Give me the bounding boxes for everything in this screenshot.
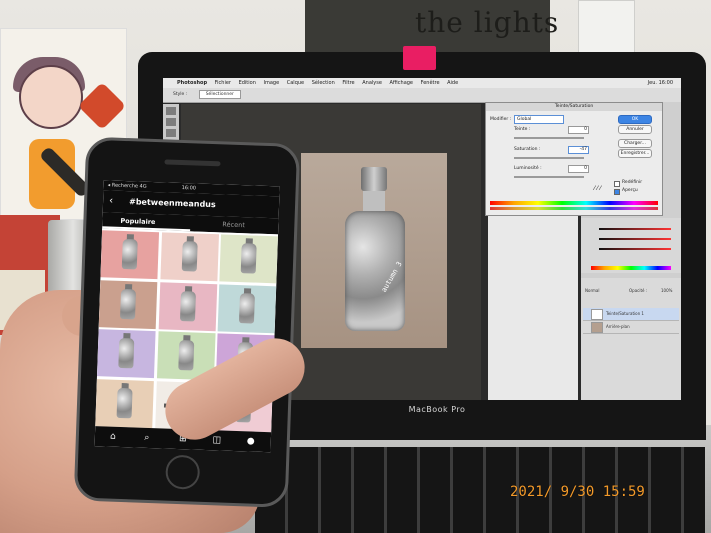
photo-scene: the lights MacBook Pro Photoshop Fichier… bbox=[0, 0, 711, 533]
hue-saturation-dialog: Teinte/Saturation Modifier : Global Tein… bbox=[485, 102, 663, 216]
tab-recent[interactable]: Récent bbox=[222, 216, 245, 233]
mini-bottle bbox=[179, 290, 196, 322]
saturation-slider[interactable] bbox=[514, 157, 584, 159]
bottle-cap bbox=[361, 167, 387, 191]
phone-speaker bbox=[164, 159, 221, 167]
menu-photoshop[interactable]: Photoshop bbox=[177, 78, 207, 88]
modify-label: Modifier : bbox=[490, 117, 512, 122]
mini-bottle bbox=[238, 292, 255, 324]
style-select[interactable]: Sélectionner bbox=[198, 90, 241, 99]
smartphone: ◂ Recherche 4G 16:00 ‹ #betweenmeandus P… bbox=[73, 136, 301, 508]
color-slider-g[interactable] bbox=[599, 238, 671, 240]
mini-bottle bbox=[116, 387, 133, 418]
preview-label: Aperçu bbox=[622, 188, 638, 193]
mini-bottle bbox=[181, 241, 198, 272]
saturation-label: Saturation : bbox=[514, 147, 541, 152]
colorize-label: Redéfinir bbox=[622, 180, 643, 185]
post-thumbnail[interactable] bbox=[158, 281, 217, 331]
webcam-cover bbox=[403, 46, 436, 70]
menu-image[interactable]: Image bbox=[263, 78, 279, 88]
layer-row-background[interactable]: Arrière-plan bbox=[583, 321, 679, 334]
paper-sheet bbox=[578, 0, 635, 54]
status-time: 16:00 bbox=[181, 184, 197, 192]
lasso-tool-icon[interactable] bbox=[166, 129, 176, 137]
bottle-photo[interactable]: autumn 3 bbox=[301, 153, 447, 348]
search-icon[interactable]: ⌕ bbox=[137, 428, 158, 449]
menu-view[interactable]: Affichage bbox=[390, 78, 414, 88]
color-slider-r[interactable] bbox=[599, 228, 671, 230]
post-thumbnail[interactable] bbox=[100, 230, 160, 280]
menu-select[interactable]: Sélection bbox=[312, 78, 335, 88]
profile-icon[interactable]: ● bbox=[240, 431, 261, 452]
post-thumbnail[interactable] bbox=[217, 283, 277, 333]
bottle-neck bbox=[363, 191, 385, 213]
hue-input[interactable]: 0 bbox=[568, 126, 589, 134]
menubar-clock: Jeu. 16:00 bbox=[647, 80, 673, 86]
hue-slider[interactable] bbox=[514, 137, 584, 139]
post-thumbnail[interactable] bbox=[219, 234, 278, 284]
layer-name: Teinte/Saturation 1 bbox=[606, 311, 644, 316]
camera-timestamp: 2021/ 9/30 15:59 bbox=[510, 484, 645, 500]
preview-checkbox[interactable] bbox=[614, 189, 620, 195]
white-panel bbox=[488, 214, 578, 400]
post-thumbnail[interactable] bbox=[159, 232, 219, 282]
menu-analysis[interactable]: Analyse bbox=[362, 78, 382, 88]
move-tool-icon[interactable] bbox=[166, 107, 176, 115]
drawing-face bbox=[19, 65, 83, 129]
ok-button[interactable]: OK bbox=[618, 115, 652, 124]
mini-bottle bbox=[177, 339, 194, 371]
layer-thumbnail bbox=[591, 321, 603, 333]
macbook-label: MacBook Pro bbox=[408, 405, 466, 414]
cancel-button[interactable]: Annuler bbox=[618, 125, 652, 134]
options-bar: Style : Sélectionner bbox=[163, 88, 681, 103]
colorize-checkbox[interactable] bbox=[614, 181, 620, 187]
menu-edit[interactable]: Edition bbox=[239, 78, 256, 88]
mini-bottle bbox=[120, 288, 137, 319]
layer-thumbnail bbox=[591, 308, 603, 320]
mini-bottle bbox=[240, 243, 257, 274]
post-thumbnail[interactable] bbox=[98, 279, 158, 329]
opacity-value[interactable]: 100% bbox=[661, 288, 672, 293]
lightness-label: Luminosité : bbox=[514, 166, 542, 171]
home-button[interactable] bbox=[165, 454, 201, 490]
drawing-heart bbox=[77, 81, 127, 131]
saturation-input[interactable]: -47 bbox=[568, 146, 589, 154]
load-button[interactable]: Charger... bbox=[618, 139, 652, 148]
opacity-label: Opacité : bbox=[629, 288, 648, 293]
post-thumbnail[interactable] bbox=[96, 329, 156, 379]
adjusted-spectrum-bar bbox=[490, 207, 658, 210]
hue-spectrum-bar bbox=[490, 201, 658, 205]
hue-label: Teinte : bbox=[514, 127, 531, 132]
menu-help[interactable]: Aide bbox=[447, 78, 458, 88]
menu-layer[interactable]: Calque bbox=[287, 78, 304, 88]
lightness-input[interactable]: 0 bbox=[568, 165, 589, 173]
mini-bottle bbox=[118, 337, 135, 369]
hashtag-title: #betweenmeandus bbox=[128, 197, 216, 210]
modify-select[interactable]: Global bbox=[514, 115, 564, 124]
back-arrow-icon[interactable]: ‹ bbox=[109, 190, 114, 212]
home-icon[interactable]: ⌂ bbox=[103, 426, 124, 447]
layer-row-adjustment[interactable]: Teinte/Saturation 1 bbox=[583, 308, 679, 321]
wall-sign-text: the lights bbox=[415, 6, 560, 39]
menu-window[interactable]: Fenêtre bbox=[421, 78, 440, 88]
post-thumbnail[interactable] bbox=[95, 378, 154, 428]
eyedropper-icon[interactable]: ⁄ ⁄ ⁄ bbox=[594, 185, 601, 192]
save-button[interactable]: Enregistrer... bbox=[618, 149, 652, 158]
menu-file[interactable]: Fichier bbox=[215, 78, 231, 88]
lightness-slider[interactable] bbox=[514, 176, 584, 178]
layer-name: Arrière-plan bbox=[606, 324, 630, 329]
mini-bottle bbox=[121, 238, 138, 270]
blend-mode-select[interactable]: Normal bbox=[585, 288, 599, 293]
dialog-title: Teinte/Saturation bbox=[486, 103, 662, 111]
layers-panel: Normal Opacité : 100% Teinte/Saturation … bbox=[581, 278, 681, 400]
menu-filter[interactable]: Filtre bbox=[342, 78, 354, 88]
color-slider-b[interactable] bbox=[599, 248, 671, 250]
style-label: Style : bbox=[173, 92, 188, 97]
marquee-tool-icon[interactable] bbox=[166, 118, 176, 126]
mac-menubar: Photoshop Fichier Edition Image Calque S… bbox=[163, 78, 681, 88]
color-panel bbox=[581, 218, 681, 273]
color-spectrum[interactable] bbox=[591, 266, 671, 270]
